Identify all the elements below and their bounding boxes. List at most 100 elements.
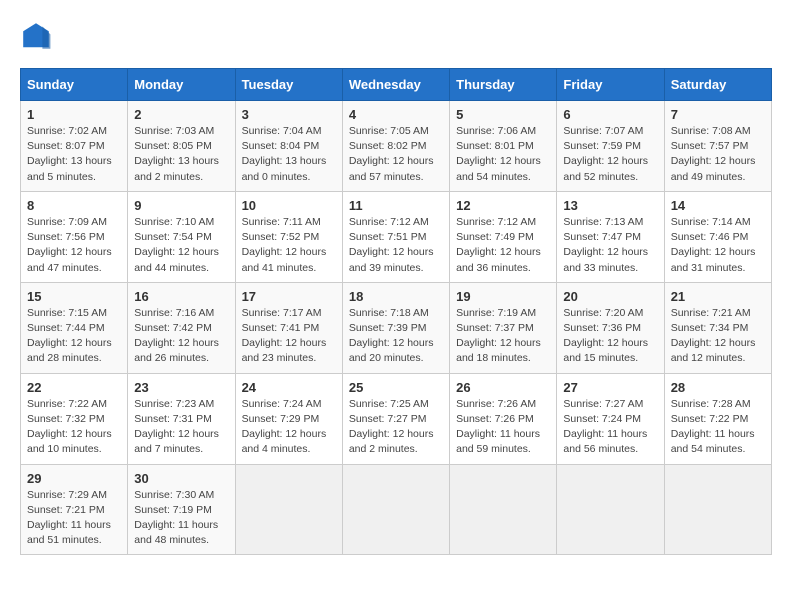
calendar-cell: 13 Sunrise: 7:13 AMSunset: 7:47 PMDayligh…: [557, 191, 664, 282]
day-info: Sunrise: 7:03 AMSunset: 8:05 PMDaylight:…: [134, 124, 228, 185]
day-number: 16: [134, 289, 228, 304]
day-info: Sunrise: 7:19 AMSunset: 7:37 PMDaylight:…: [456, 306, 550, 367]
day-info: Sunrise: 7:15 AMSunset: 7:44 PMDaylight:…: [27, 306, 121, 367]
day-number: 25: [349, 380, 443, 395]
calendar-cell: 29Sunrise: 7:29 AMSunset: 7:21 PMDayligh…: [21, 464, 128, 555]
calendar-cell: 2 Sunrise: 7:03 AMSunset: 8:05 PMDaylight…: [128, 101, 235, 192]
calendar-cell: 20Sunrise: 7:20 AMSunset: 7:36 PMDayligh…: [557, 282, 664, 373]
day-number: 20: [563, 289, 657, 304]
day-info: Sunrise: 7:05 AMSunset: 8:02 PMDaylight:…: [349, 124, 443, 185]
calendar-week-4: 22Sunrise: 7:22 AMSunset: 7:32 PMDayligh…: [21, 373, 772, 464]
calendar-week-5: 29Sunrise: 7:29 AMSunset: 7:21 PMDayligh…: [21, 464, 772, 555]
calendar-cell: [450, 464, 557, 555]
calendar-week-1: 1Sunrise: 7:02 AMSunset: 8:07 PMDaylight…: [21, 101, 772, 192]
day-info: Sunrise: 7:06 AMSunset: 8:01 PMDaylight:…: [456, 124, 550, 185]
day-number: 4: [349, 107, 443, 122]
calendar-cell: 1Sunrise: 7:02 AMSunset: 8:07 PMDaylight…: [21, 101, 128, 192]
day-number: 27: [563, 380, 657, 395]
day-number: 12: [456, 198, 550, 213]
calendar-cell: 11 Sunrise: 7:12 AMSunset: 7:51 PMDayligh…: [342, 191, 449, 282]
day-info: Sunrise: 7:10 AMSunset: 7:54 PMDaylight:…: [134, 215, 228, 276]
calendar-cell: 12 Sunrise: 7:12 AMSunset: 7:49 PMDayligh…: [450, 191, 557, 282]
day-number: 6: [563, 107, 657, 122]
day-info: Sunrise: 7:27 AMSunset: 7:24 PMDaylight:…: [563, 397, 657, 458]
day-info: Sunrise: 7:25 AMSunset: 7:27 PMDaylight:…: [349, 397, 443, 458]
calendar-cell: 14 Sunrise: 7:14 AMSunset: 7:46 PMDayligh…: [664, 191, 771, 282]
calendar-table: SundayMondayTuesdayWednesdayThursdayFrid…: [20, 68, 772, 555]
day-info: Sunrise: 7:21 AMSunset: 7:34 PMDaylight:…: [671, 306, 765, 367]
day-number: 28: [671, 380, 765, 395]
day-info: Sunrise: 7:12 AMSunset: 7:49 PMDaylight:…: [456, 215, 550, 276]
calendar-cell: 15 Sunrise: 7:15 AMSunset: 7:44 PMDayligh…: [21, 282, 128, 373]
calendar-header-row: SundayMondayTuesdayWednesdayThursdayFrid…: [21, 69, 772, 101]
day-number: 30: [134, 471, 228, 486]
col-header-wednesday: Wednesday: [342, 69, 449, 101]
day-number: 2: [134, 107, 228, 122]
day-number: 13: [563, 198, 657, 213]
calendar-week-2: 8 Sunrise: 7:09 AMSunset: 7:56 PMDaylight…: [21, 191, 772, 282]
day-info: Sunrise: 7:13 AMSunset: 7:47 PMDaylight:…: [563, 215, 657, 276]
logo-icon: [20, 20, 52, 52]
calendar-cell: [342, 464, 449, 555]
day-number: 24: [242, 380, 336, 395]
logo: [20, 20, 58, 52]
day-info: Sunrise: 7:17 AMSunset: 7:41 PMDaylight:…: [242, 306, 336, 367]
col-header-tuesday: Tuesday: [235, 69, 342, 101]
day-info: Sunrise: 7:09 AMSunset: 7:56 PMDaylight:…: [27, 215, 121, 276]
day-info: Sunrise: 7:18 AMSunset: 7:39 PMDaylight:…: [349, 306, 443, 367]
day-number: 14: [671, 198, 765, 213]
day-number: 11: [349, 198, 443, 213]
calendar-cell: 8 Sunrise: 7:09 AMSunset: 7:56 PMDaylight…: [21, 191, 128, 282]
day-info: Sunrise: 7:02 AMSunset: 8:07 PMDaylight:…: [27, 124, 121, 185]
day-number: 22: [27, 380, 121, 395]
day-info: Sunrise: 7:23 AMSunset: 7:31 PMDaylight:…: [134, 397, 228, 458]
day-number: 17: [242, 289, 336, 304]
day-info: Sunrise: 7:12 AMSunset: 7:51 PMDaylight:…: [349, 215, 443, 276]
col-header-friday: Friday: [557, 69, 664, 101]
calendar-cell: 6 Sunrise: 7:07 AMSunset: 7:59 PMDaylight…: [557, 101, 664, 192]
day-number: 18: [349, 289, 443, 304]
day-number: 10: [242, 198, 336, 213]
calendar-cell: 5 Sunrise: 7:06 AMSunset: 8:01 PMDaylight…: [450, 101, 557, 192]
col-header-thursday: Thursday: [450, 69, 557, 101]
day-info: Sunrise: 7:30 AMSunset: 7:19 PMDaylight:…: [134, 488, 228, 549]
day-number: 21: [671, 289, 765, 304]
day-info: Sunrise: 7:29 AMSunset: 7:21 PMDaylight:…: [27, 488, 121, 549]
calendar-cell: 28 Sunrise: 7:28 AMSunset: 7:22 PMDayligh…: [664, 373, 771, 464]
calendar-cell: 10 Sunrise: 7:11 AMSunset: 7:52 PMDayligh…: [235, 191, 342, 282]
calendar-week-3: 15 Sunrise: 7:15 AMSunset: 7:44 PMDayligh…: [21, 282, 772, 373]
calendar-cell: 7 Sunrise: 7:08 AMSunset: 7:57 PMDaylight…: [664, 101, 771, 192]
day-info: Sunrise: 7:16 AMSunset: 7:42 PMDaylight:…: [134, 306, 228, 367]
day-number: 19: [456, 289, 550, 304]
calendar-cell: 21 Sunrise: 7:21 AMSunset: 7:34 PMDayligh…: [664, 282, 771, 373]
day-info: Sunrise: 7:28 AMSunset: 7:22 PMDaylight:…: [671, 397, 765, 458]
calendar-cell: 9Sunrise: 7:10 AMSunset: 7:54 PMDaylight…: [128, 191, 235, 282]
day-info: Sunrise: 7:04 AMSunset: 8:04 PMDaylight:…: [242, 124, 336, 185]
day-info: Sunrise: 7:07 AMSunset: 7:59 PMDaylight:…: [563, 124, 657, 185]
calendar-cell: 19 Sunrise: 7:19 AMSunset: 7:37 PMDayligh…: [450, 282, 557, 373]
calendar-cell: 26 Sunrise: 7:26 AMSunset: 7:26 PMDayligh…: [450, 373, 557, 464]
calendar-cell: 27 Sunrise: 7:27 AMSunset: 7:24 PMDayligh…: [557, 373, 664, 464]
day-number: 15: [27, 289, 121, 304]
calendar-cell: [664, 464, 771, 555]
day-info: Sunrise: 7:14 AMSunset: 7:46 PMDaylight:…: [671, 215, 765, 276]
day-number: 8: [27, 198, 121, 213]
calendar-cell: 17 Sunrise: 7:17 AMSunset: 7:41 PMDayligh…: [235, 282, 342, 373]
day-number: 7: [671, 107, 765, 122]
day-number: 5: [456, 107, 550, 122]
calendar-cell: [235, 464, 342, 555]
calendar-cell: 25 Sunrise: 7:25 AMSunset: 7:27 PMDayligh…: [342, 373, 449, 464]
col-header-monday: Monday: [128, 69, 235, 101]
day-number: 26: [456, 380, 550, 395]
calendar-cell: 22Sunrise: 7:22 AMSunset: 7:32 PMDayligh…: [21, 373, 128, 464]
calendar-cell: 24Sunrise: 7:24 AMSunset: 7:29 PMDayligh…: [235, 373, 342, 464]
day-number: 23: [134, 380, 228, 395]
day-info: Sunrise: 7:11 AMSunset: 7:52 PMDaylight:…: [242, 215, 336, 276]
day-info: Sunrise: 7:08 AMSunset: 7:57 PMDaylight:…: [671, 124, 765, 185]
day-number: 3: [242, 107, 336, 122]
calendar-cell: 18 Sunrise: 7:18 AMSunset: 7:39 PMDayligh…: [342, 282, 449, 373]
calendar-cell: [557, 464, 664, 555]
col-header-sunday: Sunday: [21, 69, 128, 101]
col-header-saturday: Saturday: [664, 69, 771, 101]
day-info: Sunrise: 7:26 AMSunset: 7:26 PMDaylight:…: [456, 397, 550, 458]
